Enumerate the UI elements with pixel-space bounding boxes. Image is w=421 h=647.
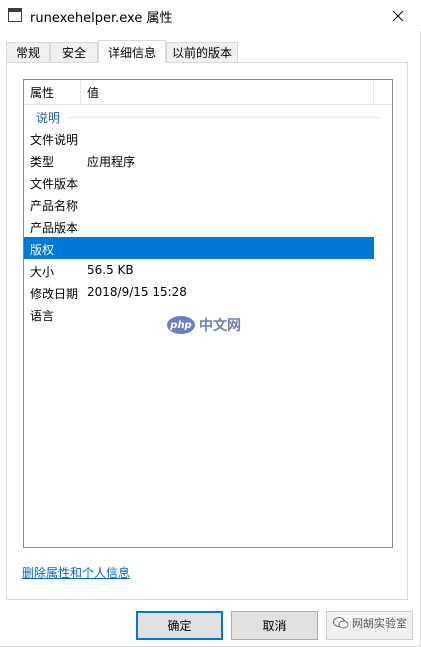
list-item[interactable]: 产品名称 (24, 193, 374, 215)
ok-button-label: 确定 (167, 619, 192, 633)
tab-security[interactable]: 安全 (50, 42, 98, 62)
row-name: 类型 (30, 155, 55, 169)
list-item[interactable]: 修改日期 2018/9/15 15:28 (24, 281, 374, 303)
row-name: 修改日期 (30, 287, 79, 301)
list-item[interactable]: 类型 应用程序 (24, 149, 374, 171)
close-button[interactable] (375, 0, 421, 31)
row-name: 产品版本 (30, 221, 79, 235)
list-item[interactable]: 大小 56.5 KB (24, 259, 374, 281)
php-logo-icon: php (167, 316, 195, 334)
list-item[interactable]: 文件说明 (24, 127, 374, 149)
header-name-label: 属性 (30, 85, 55, 100)
row-value: 56.5 KB (87, 263, 134, 277)
cancel-button[interactable]: 取消 (231, 611, 318, 640)
list-item-selected[interactable]: 版权 (24, 237, 374, 259)
list-item[interactable]: 产品版本 (24, 215, 374, 237)
remove-properties-link[interactable]: 删除属性和个人信息 (22, 564, 130, 581)
row-name: 语言 (30, 309, 55, 323)
php-watermark-text: 中文网 (199, 318, 241, 334)
group-label: 说明 (36, 111, 61, 125)
group-divider (68, 117, 382, 118)
cancel-button-label: 取消 (262, 619, 287, 633)
close-icon (392, 10, 404, 21)
list-item[interactable]: 文件版本 (24, 171, 374, 193)
ok-button[interactable]: 确定 (136, 611, 223, 640)
php-watermark: php 中文网 (167, 315, 241, 335)
tab-general[interactable]: 常规 (6, 42, 50, 62)
row-value: 2018/9/15 15:28 (87, 285, 187, 299)
row-name: 版权 (30, 243, 55, 257)
window-title: runexehelper.exe 属性 (30, 11, 173, 26)
tab-general-label: 常规 (15, 46, 40, 60)
row-name: 大小 (30, 265, 55, 279)
window-icon (8, 8, 22, 22)
tab-previous-versions[interactable]: 以前的版本 (166, 42, 238, 62)
header-value[interactable]: 值 (81, 80, 374, 104)
header-name[interactable]: 属性 (24, 80, 81, 104)
list-header: 属性 值 (24, 80, 392, 105)
header-value-label: 值 (87, 85, 100, 100)
wechat-icon (333, 617, 349, 629)
group-description[interactable]: 说明 (24, 107, 392, 127)
wechat-watermark: 网胡实验室 (333, 615, 407, 631)
tab-security-label: 安全 (61, 46, 86, 60)
tab-previous-versions-label: 以前的版本 (171, 46, 232, 60)
tab-details[interactable]: 详细信息 (98, 40, 166, 63)
title-bar[interactable]: runexehelper.exe 属性 (0, 0, 421, 31)
tab-details-label: 详细信息 (107, 45, 156, 60)
wechat-watermark-text: 网胡实验室 (352, 617, 407, 630)
properties-dialog: runexehelper.exe 属性 常规 安全 详细信息 以前的版本 属性 (0, 0, 421, 647)
details-listview[interactable]: 属性 值 说明 文件说明 类型 应用程序 文件版本 产品名称 产品版本 版权 大… (23, 79, 393, 548)
row-name: 文件说明 (30, 133, 79, 147)
row-value: 应用程序 (87, 155, 136, 169)
row-name: 产品名称 (30, 199, 79, 213)
row-name: 文件版本 (30, 177, 79, 191)
